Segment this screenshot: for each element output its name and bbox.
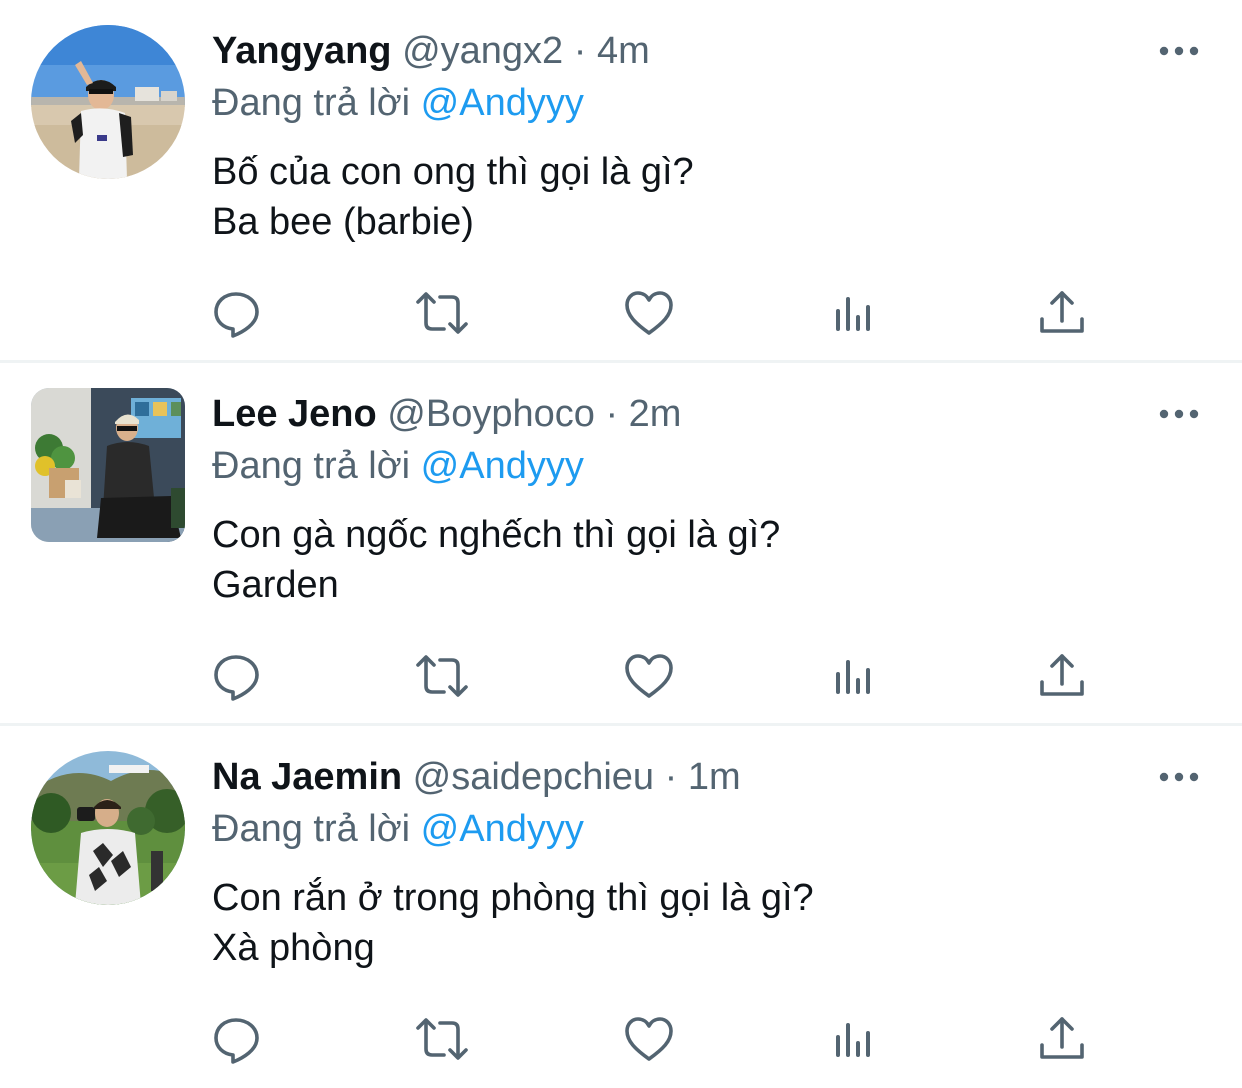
display-name[interactable]: Yangyang [212,30,392,72]
replying-to-label: Đang trả lời [212,82,411,124]
heart-icon[interactable] [621,285,677,341]
timestamp[interactable]: 4m [597,30,650,72]
speech-bubble-icon[interactable] [210,285,266,341]
avatar-storefront-photo [31,388,185,542]
retweet-icon[interactable] [414,648,470,704]
tweet-text: Con rắn ở trong phòng thì gọi là gì? Xà … [212,873,814,973]
separator-dot: · [573,30,587,72]
bar-chart-icon[interactable] [828,285,884,341]
tweet-text-line: Con rắn ở trong phòng thì gọi là gì? [212,877,814,919]
timestamp[interactable]: 1m [688,756,741,798]
retweet-icon[interactable] [414,285,470,341]
share-upload-icon[interactable] [1034,648,1090,704]
more-dots-icon[interactable] [1156,762,1202,792]
share-upload-icon[interactable] [1034,1011,1090,1067]
tweet-text-line: Con gà ngốc nghếch thì gọi là gì? [212,514,781,556]
user-handle[interactable]: @saidepchieu [413,756,654,798]
avatar-beach-photo [31,25,185,179]
tweet-actions [0,1011,1242,1067]
heart-icon[interactable] [621,1011,677,1067]
tweet-text-line: Xà phòng [212,927,375,969]
speech-bubble-icon[interactable] [210,648,266,704]
bar-chart-icon[interactable] [828,1011,884,1067]
tweet-item[interactable]: Yangyang @yangx2 · 4m Đang trả lời @Andy… [0,0,1242,362]
heart-icon[interactable] [621,648,677,704]
display-name[interactable]: Lee Jeno [212,393,377,435]
tweet-item[interactable]: Na Jaemin @saidepchieu · 1m Đang trả lời… [0,726,1242,1088]
replying-to: Đang trả lời @Andyyy [212,806,584,852]
avatar[interactable] [31,388,185,542]
replying-to-label: Đang trả lời [212,445,411,487]
separator-dot: · [664,756,678,798]
more-dots-icon[interactable] [1156,36,1202,66]
replying-to: Đang trả lời @Andyyy [212,443,584,489]
tweet-header: Yangyang @yangx2 · 4m [212,28,650,74]
mention-link[interactable]: @Andyyy [421,808,584,850]
user-handle[interactable]: @Boyphoco [387,393,595,435]
tweet-header: Na Jaemin @saidepchieu · 1m [212,754,741,800]
bar-chart-icon[interactable] [828,648,884,704]
tweet-actions [0,648,1242,704]
avatar-park-photo [31,751,185,905]
tweet-actions [0,285,1242,341]
tweet-text: Con gà ngốc nghếch thì gọi là gì? Garden [212,510,780,610]
avatar[interactable] [31,751,185,905]
speech-bubble-icon[interactable] [210,1011,266,1067]
replying-to: Đang trả lời @Andyyy [212,80,584,126]
avatar[interactable] [31,25,185,179]
retweet-icon[interactable] [414,1011,470,1067]
tweet-text-line: Ba bee (barbie) [212,201,474,243]
share-upload-icon[interactable] [1034,285,1090,341]
tweet-text-line: Garden [212,564,339,606]
tweet-text: Bố của con ong thì gọi là gì? Ba bee (ba… [212,147,694,247]
mention-link[interactable]: @Andyyy [421,445,584,487]
user-handle[interactable]: @yangx2 [402,30,563,72]
more-dots-icon[interactable] [1156,399,1202,429]
mention-link[interactable]: @Andyyy [421,82,584,124]
tweet-text-line: Bố của con ong thì gọi là gì? [212,151,694,193]
tweet-header: Lee Jeno @Boyphoco · 2m [212,391,681,437]
separator-dot: · [605,393,619,435]
timestamp[interactable]: 2m [629,393,682,435]
tweet-item[interactable]: Lee Jeno @Boyphoco · 2m Đang trả lời @An… [0,363,1242,725]
replying-to-label: Đang trả lời [212,808,411,850]
display-name[interactable]: Na Jaemin [212,756,402,798]
